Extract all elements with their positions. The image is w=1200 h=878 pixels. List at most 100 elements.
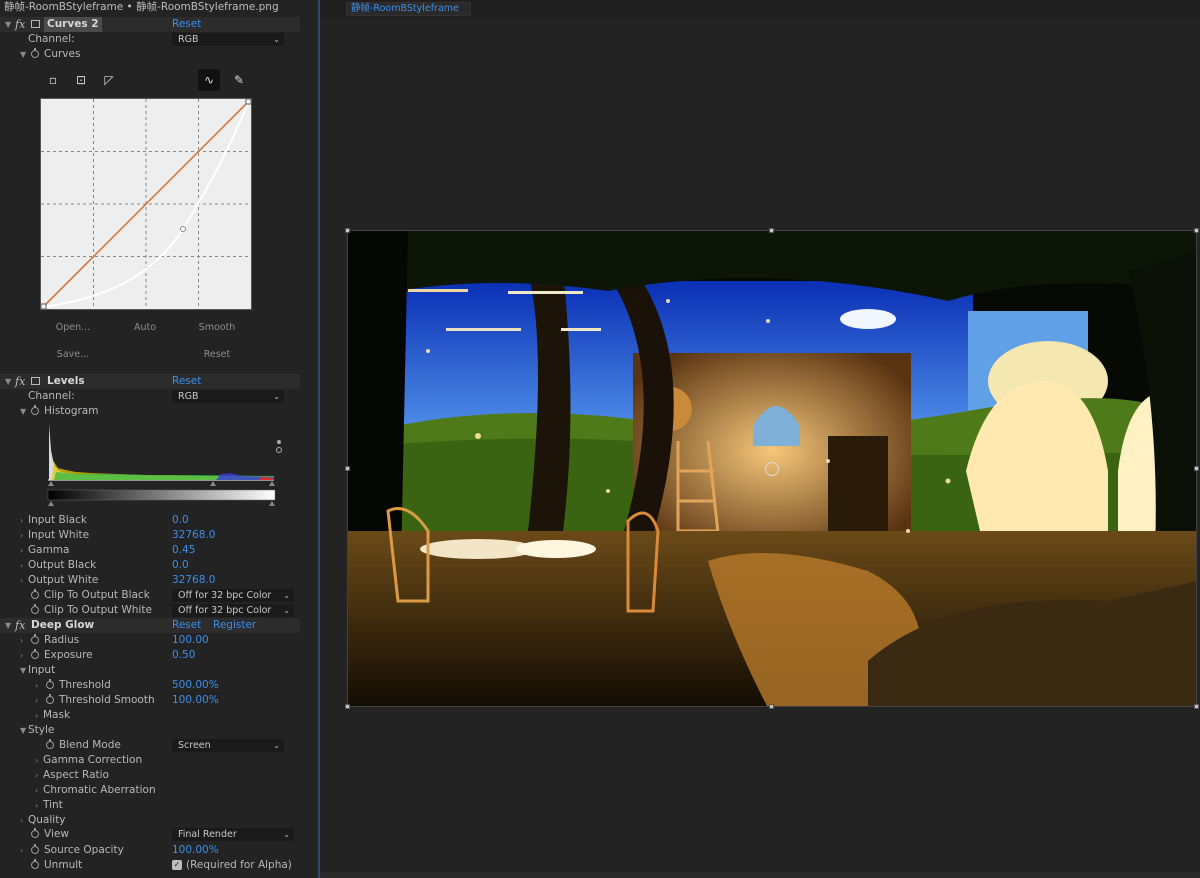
mask-row[interactable]: › Mask (0, 708, 300, 723)
threshold-smooth-row[interactable]: › Threshold Smooth 100.00% (0, 693, 300, 708)
open-button[interactable]: Open... (38, 322, 108, 333)
transform-handle[interactable] (769, 228, 774, 233)
levels-param-row[interactable]: › Input Black 0.0 (0, 513, 300, 528)
fx-icon[interactable]: fx (15, 374, 25, 389)
radius-value[interactable]: 100.00 (172, 633, 209, 648)
expand-arrow-icon[interactable]: › (20, 573, 23, 588)
effect-mask-icon[interactable] (31, 377, 40, 385)
levels-param-row[interactable]: › Output White 32768.0 (0, 573, 300, 588)
param-value[interactable]: 0.0 (172, 558, 189, 573)
curves-graph[interactable] (40, 98, 252, 310)
stopwatch-icon[interactable] (31, 649, 39, 659)
reset-link[interactable]: Reset (172, 618, 201, 633)
composition-canvas[interactable] (347, 230, 1197, 707)
param-value[interactable]: 32768.0 (172, 528, 215, 543)
large-graph-size-icon[interactable]: ◸ (98, 69, 120, 91)
input-group-row[interactable]: ▼ Input (0, 663, 300, 678)
gamma-slider[interactable] (210, 481, 216, 486)
expand-toggle-icon[interactable]: ▼ (20, 723, 26, 738)
levels-param-row[interactable]: › Gamma 0.45 (0, 543, 300, 558)
transform-handle[interactable] (1194, 466, 1199, 471)
expand-arrow-icon[interactable]: › (35, 693, 38, 708)
stopwatch-icon[interactable] (31, 859, 39, 869)
small-graph-size-icon[interactable]: ▫ (42, 69, 64, 91)
blend-mode-dropdown[interactable]: Screen ⌄ (172, 739, 284, 752)
transform-handle[interactable] (769, 704, 774, 709)
viewer-tab[interactable]: 静帧-RoomBStyleframe (346, 2, 471, 16)
auto-button[interactable]: Auto (110, 322, 180, 333)
expand-toggle-icon[interactable]: ▼ (20, 404, 26, 419)
stopwatch-icon[interactable] (31, 48, 39, 58)
clip-white-dropdown[interactable]: Off for 32 bpc Color ⌄ (172, 604, 294, 617)
transform-handle[interactable] (1194, 704, 1199, 709)
gamma-correction-row[interactable]: › Gamma Correction (0, 753, 300, 768)
threshold-row[interactable]: › Threshold 500.00% (0, 678, 300, 693)
expand-arrow-icon[interactable]: › (35, 798, 38, 813)
stopwatch-icon[interactable] (31, 589, 39, 599)
output-black-slider[interactable] (48, 501, 54, 506)
fx-icon[interactable]: fx (15, 618, 25, 633)
channel-dropdown[interactable]: RGB ⌄ (172, 390, 284, 403)
effect-name[interactable]: Levels (47, 374, 85, 389)
curve-white-point[interactable] (245, 99, 251, 105)
bezier-curve-tool-icon[interactable]: ∿ (198, 69, 220, 91)
transform-handle[interactable] (345, 466, 350, 471)
stopwatch-icon[interactable] (31, 844, 39, 854)
smooth-button[interactable]: Smooth (182, 322, 252, 333)
stopwatch-icon[interactable] (46, 739, 54, 749)
fx-icon[interactable]: fx (15, 17, 25, 32)
effect-name[interactable]: Curves 2 (44, 17, 102, 32)
pencil-tool-icon[interactable]: ✎ (228, 69, 250, 91)
expand-arrow-icon[interactable]: › (35, 768, 38, 783)
chromatic-aberration-row[interactable]: › Chromatic Aberration (0, 783, 300, 798)
levels-param-row[interactable]: › Input White 32768.0 (0, 528, 300, 543)
deep-glow-effect-header[interactable]: ▼ fx Deep Glow Reset Register (0, 618, 300, 633)
stopwatch-icon[interactable] (46, 694, 54, 704)
curves-reset-button[interactable]: Reset (182, 349, 252, 360)
expand-arrow-icon[interactable]: › (20, 843, 23, 858)
expand-arrow-icon[interactable]: › (20, 633, 23, 648)
effect-mask-icon[interactable] (31, 20, 40, 28)
curves-effect-header[interactable]: ▼ fx Curves 2 Reset (0, 17, 300, 32)
collapse-toggle-icon[interactable]: ▼ (5, 618, 11, 633)
param-value[interactable]: 32768.0 (172, 573, 215, 588)
input-black-slider[interactable] (48, 481, 54, 486)
source-opacity-value[interactable]: 100.00% (172, 843, 219, 858)
expand-arrow-icon[interactable]: › (20, 543, 23, 558)
curve-control-point[interactable] (180, 226, 186, 232)
expand-toggle-icon[interactable]: ▼ (20, 47, 26, 62)
collapse-toggle-icon[interactable]: ▼ (5, 17, 11, 32)
medium-graph-size-icon[interactable]: ⊡ (70, 69, 92, 91)
transform-handle[interactable] (345, 704, 350, 709)
curve-black-point[interactable] (41, 303, 47, 309)
exposure-row[interactable]: › Exposure 0.50 (0, 648, 300, 663)
output-white-slider[interactable] (269, 501, 275, 506)
expand-arrow-icon[interactable]: › (20, 528, 23, 543)
expand-arrow-icon[interactable]: › (35, 708, 38, 723)
viewer-bottom-toolbar[interactable] (320, 872, 1200, 878)
source-opacity-row[interactable]: › Source Opacity 100.00% (0, 843, 300, 858)
unmult-checkbox[interactable]: ✓ (172, 860, 182, 870)
reset-link[interactable]: Reset (172, 374, 201, 389)
expand-arrow-icon[interactable]: › (35, 753, 38, 768)
exposure-value[interactable]: 0.50 (172, 648, 195, 663)
stopwatch-icon[interactable] (31, 604, 39, 614)
stopwatch-icon[interactable] (31, 634, 39, 644)
expand-arrow-icon[interactable]: › (20, 513, 23, 528)
style-group-row[interactable]: ▼ Style (0, 723, 300, 738)
anchor-point-icon[interactable] (765, 462, 779, 476)
tint-row[interactable]: › Tint (0, 798, 300, 813)
save-button[interactable]: Save... (38, 349, 108, 360)
param-value[interactable]: 0.45 (172, 543, 195, 558)
aspect-ratio-row[interactable]: › Aspect Ratio (0, 768, 300, 783)
collapse-toggle-icon[interactable]: ▼ (5, 374, 11, 389)
expand-arrow-icon[interactable]: › (20, 558, 23, 573)
stopwatch-icon[interactable] (31, 405, 39, 415)
transform-handle[interactable] (1194, 228, 1199, 233)
reset-link[interactable]: Reset (172, 17, 201, 32)
view-dropdown[interactable]: Final Render ⌄ (172, 828, 294, 841)
expand-arrow-icon[interactable]: › (20, 648, 23, 663)
expand-toggle-icon[interactable]: ▼ (20, 663, 26, 678)
input-white-slider[interactable] (269, 481, 275, 486)
expand-arrow-icon[interactable]: › (20, 813, 23, 828)
